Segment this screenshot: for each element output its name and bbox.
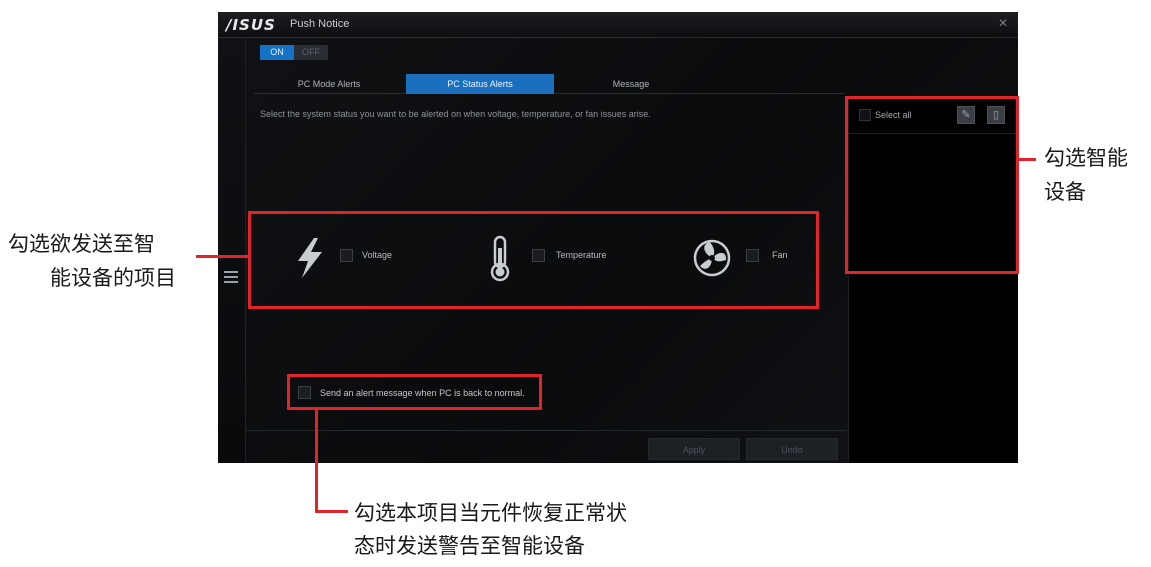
right-leader-line <box>1019 158 1036 161</box>
left-annotation-line2: 能设备的项目 <box>50 266 176 290</box>
asus-logo: /ISUS <box>226 16 276 34</box>
tab-pc-status-alerts[interactable]: PC Status Alerts <box>406 74 554 94</box>
device-highlight-box <box>845 96 1019 274</box>
toggle-on[interactable]: ON <box>260 45 294 60</box>
side-menu-strip <box>218 38 246 463</box>
alert-items-highlight-box <box>248 211 819 309</box>
send-normal-highlight-box <box>287 374 542 410</box>
tab-bar: PC Mode Alerts PC Status Alerts Message <box>254 74 844 94</box>
menu-icon[interactable] <box>224 271 238 283</box>
bottom-leader-line-vertical <box>315 410 318 513</box>
tab-message[interactable]: Message <box>556 74 706 94</box>
footer-divider <box>246 430 846 431</box>
title-bar: /ISUS Push Notice × <box>218 12 1018 38</box>
right-annotation-line2: 设备 <box>1044 180 1086 204</box>
left-annotation-line1: 勾选欲发送至智 <box>8 232 155 256</box>
bottom-leader-line-horizontal <box>315 510 348 513</box>
right-annotation-line1: 勾选智能 <box>1044 146 1128 170</box>
toggle-off[interactable]: OFF <box>294 45 328 60</box>
on-off-toggle[interactable]: ON OFF <box>260 45 328 60</box>
apply-button[interactable]: Apply <box>648 438 740 460</box>
left-leader-line <box>196 255 248 258</box>
app-title: Push Notice <box>290 18 350 30</box>
close-icon[interactable]: × <box>994 15 1012 33</box>
undo-button[interactable]: Undo <box>746 438 838 460</box>
tab-pc-mode-alerts[interactable]: PC Mode Alerts <box>254 74 404 94</box>
bottom-annotation-line2: 态时发送警告至智能设备 <box>354 534 585 558</box>
description-text: Select the system status you want to be … <box>260 109 651 119</box>
bottom-annotation-line1: 勾选本项目当元件恢复正常状 <box>354 501 627 525</box>
